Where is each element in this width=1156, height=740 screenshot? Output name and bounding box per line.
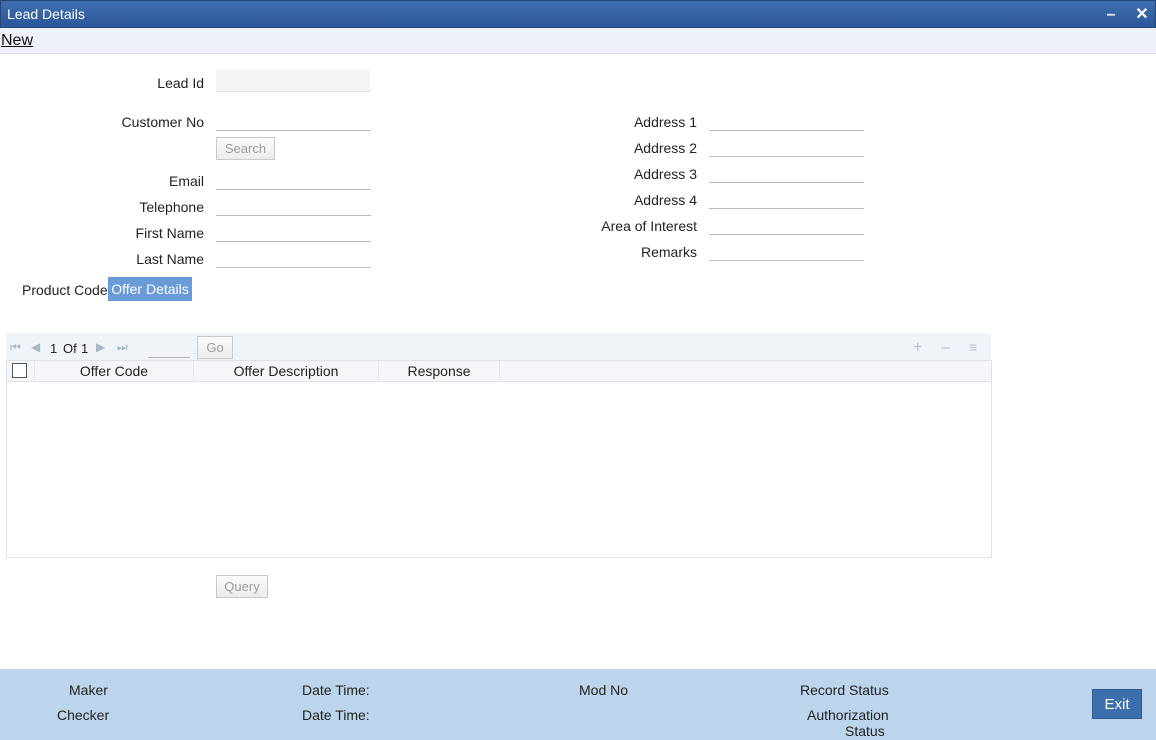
remarks-label: Remarks — [640, 244, 697, 260]
mod-no-label: Mod No — [579, 682, 629, 698]
prev-page-icon[interactable]: ◀ — [31, 340, 40, 354]
select-all-cell — [7, 361, 35, 382]
email-field[interactable] — [216, 168, 371, 190]
address-2-field[interactable] — [709, 135, 864, 157]
customer-no-label: Customer No — [121, 114, 204, 130]
last-name-field[interactable] — [216, 246, 371, 268]
tab-product-code[interactable]: Product Code — [22, 282, 108, 298]
first-page-icon[interactable]: ⏮ — [10, 340, 21, 355]
address-4-label: Address 4 — [633, 192, 697, 208]
last-name-label: Last Name — [136, 251, 204, 267]
query-button[interactable]: Query — [216, 575, 268, 598]
maker-label: Maker — [69, 682, 108, 698]
telephone-label: Telephone — [139, 199, 204, 215]
column-view-icon[interactable]: ≡ — [969, 339, 977, 355]
address-3-label: Address 3 — [633, 166, 697, 182]
address-1-label: Address 1 — [633, 114, 697, 130]
authorization-status-label: Status — [845, 723, 885, 739]
address-3-field[interactable] — [709, 161, 864, 183]
lead-id-field — [216, 70, 370, 92]
toolbar: New — [0, 28, 1156, 54]
checker-date-time-label: Date Time: — [302, 707, 370, 723]
grid-header: Offer Code Offer Description Response — [7, 361, 991, 382]
last-page-icon[interactable]: ⏭ — [117, 340, 128, 355]
first-name-label: First Name — [135, 225, 204, 241]
authorization-label: Authorization — [807, 707, 889, 723]
remarks-field[interactable] — [709, 239, 864, 261]
column-header-offer-description[interactable]: Offer Description — [194, 361, 379, 382]
search-button[interactable]: Search — [216, 137, 275, 160]
page-of-label: Of — [63, 341, 77, 356]
address-2-label: Address 2 — [633, 140, 697, 156]
audit-footer — [0, 669, 1156, 740]
exit-button[interactable]: Exit — [1092, 689, 1142, 719]
lead-id-label: Lead Id — [157, 75, 204, 91]
window-titlebar: Lead Details – ✕ — [0, 0, 1156, 28]
customer-no-field[interactable] — [216, 109, 371, 131]
column-header-offer-code[interactable]: Offer Code — [35, 361, 194, 382]
close-icon[interactable]: ✕ — [1132, 5, 1152, 25]
address-4-field[interactable] — [709, 187, 864, 209]
area-of-interest-field[interactable] — [709, 213, 864, 235]
page-number-input[interactable] — [148, 338, 190, 358]
add-row-icon[interactable]: + — [913, 339, 922, 357]
maker-date-time-label: Date Time: — [302, 682, 370, 698]
area-of-interest-label: Area of Interest — [601, 218, 697, 234]
telephone-field[interactable] — [216, 194, 371, 216]
tab-offer-details[interactable]: Offer Details — [108, 277, 192, 301]
minimize-icon[interactable]: – — [1101, 5, 1121, 25]
delete-row-icon[interactable]: – — [941, 339, 950, 357]
select-all-checkbox[interactable] — [12, 363, 27, 378]
go-button[interactable]: Go — [197, 336, 233, 359]
first-name-field[interactable] — [216, 220, 371, 242]
record-status-label: Record Status — [800, 682, 889, 698]
checker-label: Checker — [57, 707, 110, 723]
page-total: 1 — [81, 341, 89, 356]
page-current: 1 — [50, 341, 58, 356]
offer-details-grid: Offer Code Offer Description Response — [6, 360, 992, 558]
column-header-response[interactable]: Response — [379, 361, 500, 382]
window-title: Lead Details — [7, 6, 85, 22]
email-label: Email — [168, 173, 204, 189]
new-link[interactable]: New — [1, 32, 33, 50]
next-page-icon[interactable]: ▶ — [96, 340, 105, 354]
address-1-field[interactable] — [709, 109, 864, 131]
